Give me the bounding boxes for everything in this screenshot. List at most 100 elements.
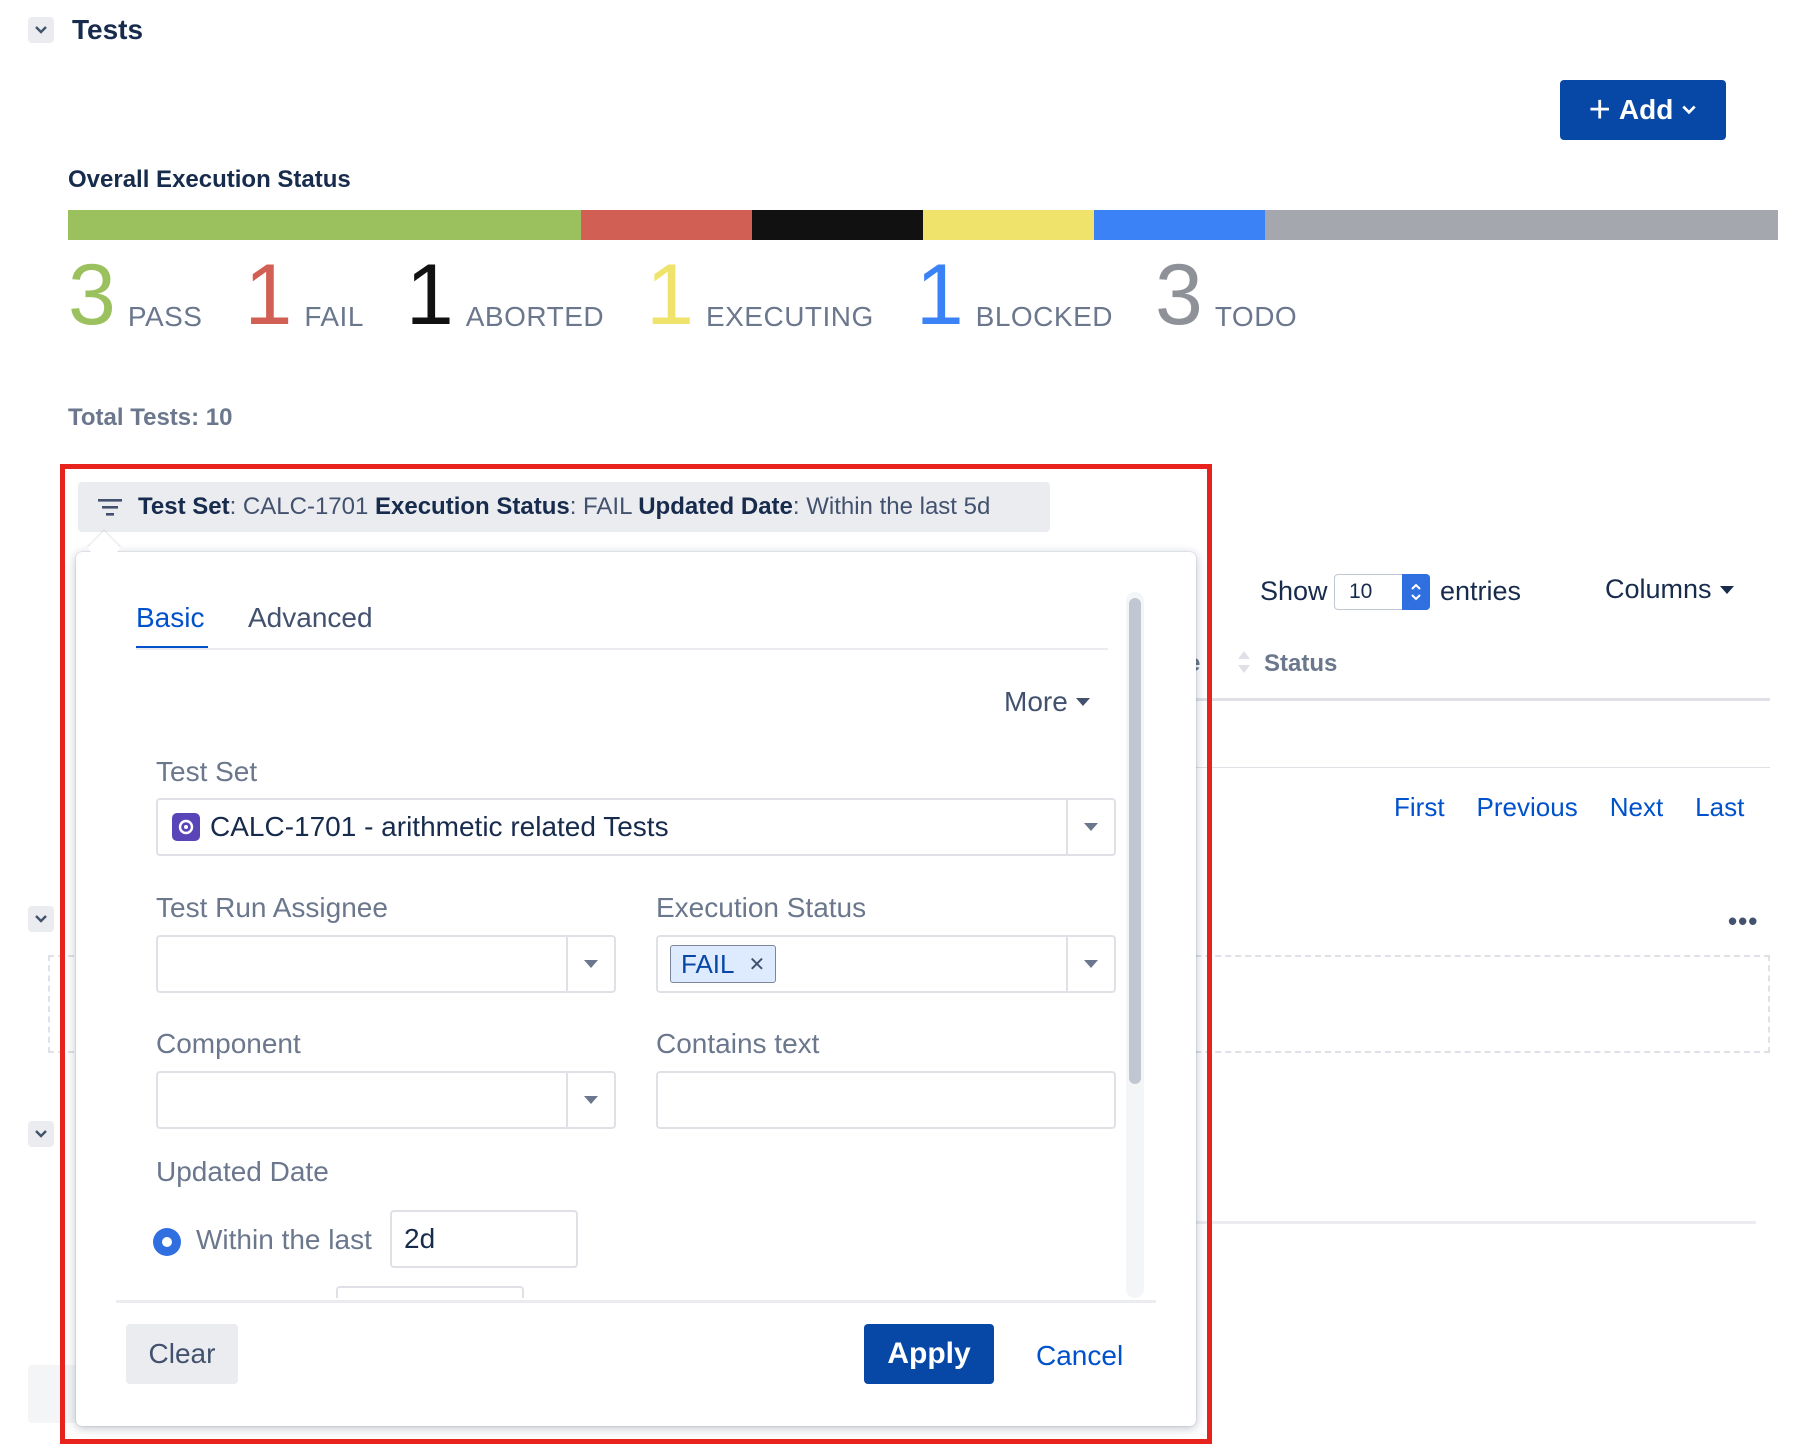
- status-segment-blocked: [1094, 210, 1265, 240]
- component-dropdown-toggle[interactable]: [566, 1073, 614, 1127]
- entries-label: entries: [1440, 576, 1522, 606]
- collapse-tests-toggle[interactable]: [28, 17, 54, 43]
- status-segment-executing: [923, 210, 1094, 240]
- status-count-label: TODO: [1214, 301, 1298, 332]
- status-count-fail: 1 FAIL: [244, 247, 364, 343]
- execution-status-bar: [68, 210, 1778, 240]
- filter-key-test-set: Test Set: [138, 493, 230, 520]
- test-set-label: Test Set: [156, 756, 258, 787]
- status-count-executing: 1 EXECUTING: [646, 247, 874, 343]
- filter-value-test-set: : CALC-1701: [229, 493, 375, 520]
- columns-dropdown[interactable]: Columns: [1605, 574, 1734, 605]
- add-button-label: Add: [1618, 94, 1674, 125]
- radio-dot-icon: [162, 1237, 172, 1247]
- caret-down-icon: [1075, 698, 1090, 706]
- status-count-number: 1: [646, 247, 694, 343]
- chevron-down-icon: [35, 915, 47, 923]
- columns-label: Columns: [1605, 574, 1712, 604]
- next-field-partial: [336, 1286, 524, 1298]
- panel-scrollbar[interactable]: [1126, 592, 1144, 1298]
- total-tests: Total Tests: 10: [68, 404, 233, 431]
- cancel-button[interactable]: Cancel: [1036, 1340, 1123, 1372]
- page-size-select[interactable]: 10: [1334, 574, 1430, 610]
- status-segment-fail: [581, 210, 752, 240]
- pagination-first[interactable]: First: [1394, 792, 1445, 823]
- more-dropdown[interactable]: More: [1004, 686, 1090, 718]
- more-actions-icon[interactable]: •••: [1728, 906, 1758, 937]
- status-count-number: 3: [1154, 247, 1203, 343]
- bg-divider: [1196, 1221, 1756, 1224]
- status-count-label: EXECUTING: [705, 301, 874, 332]
- caret-down-icon: [1719, 585, 1734, 594]
- contains-text-label: Contains text: [656, 1028, 820, 1059]
- collapse-section-toggle[interactable]: [28, 1121, 54, 1147]
- contains-text-input[interactable]: [656, 1071, 1116, 1129]
- component-select[interactable]: [156, 1071, 616, 1129]
- within-radio[interactable]: [153, 1228, 181, 1256]
- status-count-label: BLOCKED: [975, 301, 1113, 332]
- status-tag: FAIL ✕: [670, 945, 777, 983]
- page-size-value: 10: [1349, 580, 1373, 603]
- overview-heading: Overall Execution Status: [68, 166, 351, 193]
- status-column-header[interactable]: Status: [1264, 650, 1337, 678]
- caret-down-icon: [1084, 960, 1098, 968]
- status-segment-aborted: [752, 210, 923, 240]
- execution-status-label: Execution Status: [656, 892, 867, 923]
- pagination-previous[interactable]: Previous: [1477, 792, 1578, 823]
- pagination-last[interactable]: Last: [1695, 792, 1744, 823]
- assignee-select[interactable]: [156, 935, 616, 993]
- execution-status-dropdown-toggle[interactable]: [1066, 937, 1114, 991]
- chevron-down-icon: [35, 26, 47, 34]
- within-label: Within the last: [196, 1224, 372, 1255]
- chevron-down-icon: [35, 1130, 47, 1138]
- test-set-icon: [172, 813, 200, 841]
- status-count-label: ABORTED: [465, 301, 605, 332]
- section-title: Tests: [72, 14, 144, 45]
- chevron-down-icon: [1682, 105, 1696, 115]
- status-count-label: PASS: [127, 301, 203, 332]
- updated-date-label: Updated Date: [156, 1156, 329, 1187]
- test-set-select[interactable]: CALC-1701 - arithmetic related Tests: [156, 798, 1116, 856]
- show-label: Show: [1260, 576, 1328, 606]
- filter-summary-chip[interactable]: Test Set: CALC-1701 Execution Status: FA…: [78, 482, 1050, 532]
- tabs-divider: [136, 648, 1108, 650]
- execution-status-select[interactable]: FAIL ✕: [656, 935, 1116, 993]
- within-value: 2d: [404, 1223, 436, 1254]
- filter-panel: Basic Advanced More Test Set CALC-1701 -…: [76, 552, 1196, 1426]
- assignee-label: Test Run Assignee: [156, 892, 388, 923]
- status-segment-todo: [1265, 210, 1778, 240]
- sort-icon[interactable]: [1236, 648, 1252, 681]
- scrollbar-thumb[interactable]: [1129, 598, 1141, 1084]
- add-button[interactable]: + Add: [1560, 80, 1726, 140]
- footer-divider: [116, 1300, 1156, 1303]
- status-count-blocked: 1 BLOCKED: [915, 247, 1113, 343]
- tab-advanced[interactable]: Advanced: [248, 602, 373, 634]
- status-count-label: FAIL: [304, 301, 364, 332]
- filter-summary-text: Test Set: CALC-1701 Execution Status: FA…: [138, 493, 990, 521]
- clear-button[interactable]: Clear: [126, 1324, 238, 1384]
- component-label: Component: [156, 1028, 301, 1059]
- test-set-value: CALC-1701 - arithmetic related Tests: [210, 811, 669, 842]
- remove-tag-icon[interactable]: ✕: [748, 952, 765, 977]
- assignee-dropdown-toggle[interactable]: [566, 937, 614, 991]
- test-set-dropdown-toggle[interactable]: [1066, 800, 1114, 854]
- pagination: First Previous Next Last: [1394, 792, 1744, 823]
- within-input[interactable]: 2d: [390, 1210, 578, 1268]
- more-label: More: [1004, 686, 1068, 717]
- filter-value-execution-status: : FAIL: [569, 493, 639, 520]
- status-count-number: 1: [244, 247, 293, 343]
- status-count-pass: 3 PASS: [68, 252, 203, 338]
- apply-button[interactable]: Apply: [864, 1324, 994, 1384]
- status-segment-pass: [68, 210, 581, 240]
- status-counts: 3 PASS 1 FAIL 1 ABORTED 1 EXECUTING 1 BLOCKED 3 TOD…: [68, 247, 1339, 343]
- pagination-next[interactable]: Next: [1610, 792, 1663, 823]
- collapse-section-toggle[interactable]: [28, 906, 54, 932]
- status-count-number: 1: [915, 247, 964, 343]
- caret-down-icon: [584, 1096, 598, 1104]
- caret-down-icon: [1084, 823, 1098, 831]
- tab-basic[interactable]: Basic: [136, 602, 204, 634]
- table-row-divider: [1196, 767, 1770, 768]
- status-count-todo: 3 TODO: [1154, 247, 1298, 343]
- filter-value-updated-date: : Within the last 5d: [792, 493, 991, 520]
- status-count-number: 1: [405, 247, 454, 343]
